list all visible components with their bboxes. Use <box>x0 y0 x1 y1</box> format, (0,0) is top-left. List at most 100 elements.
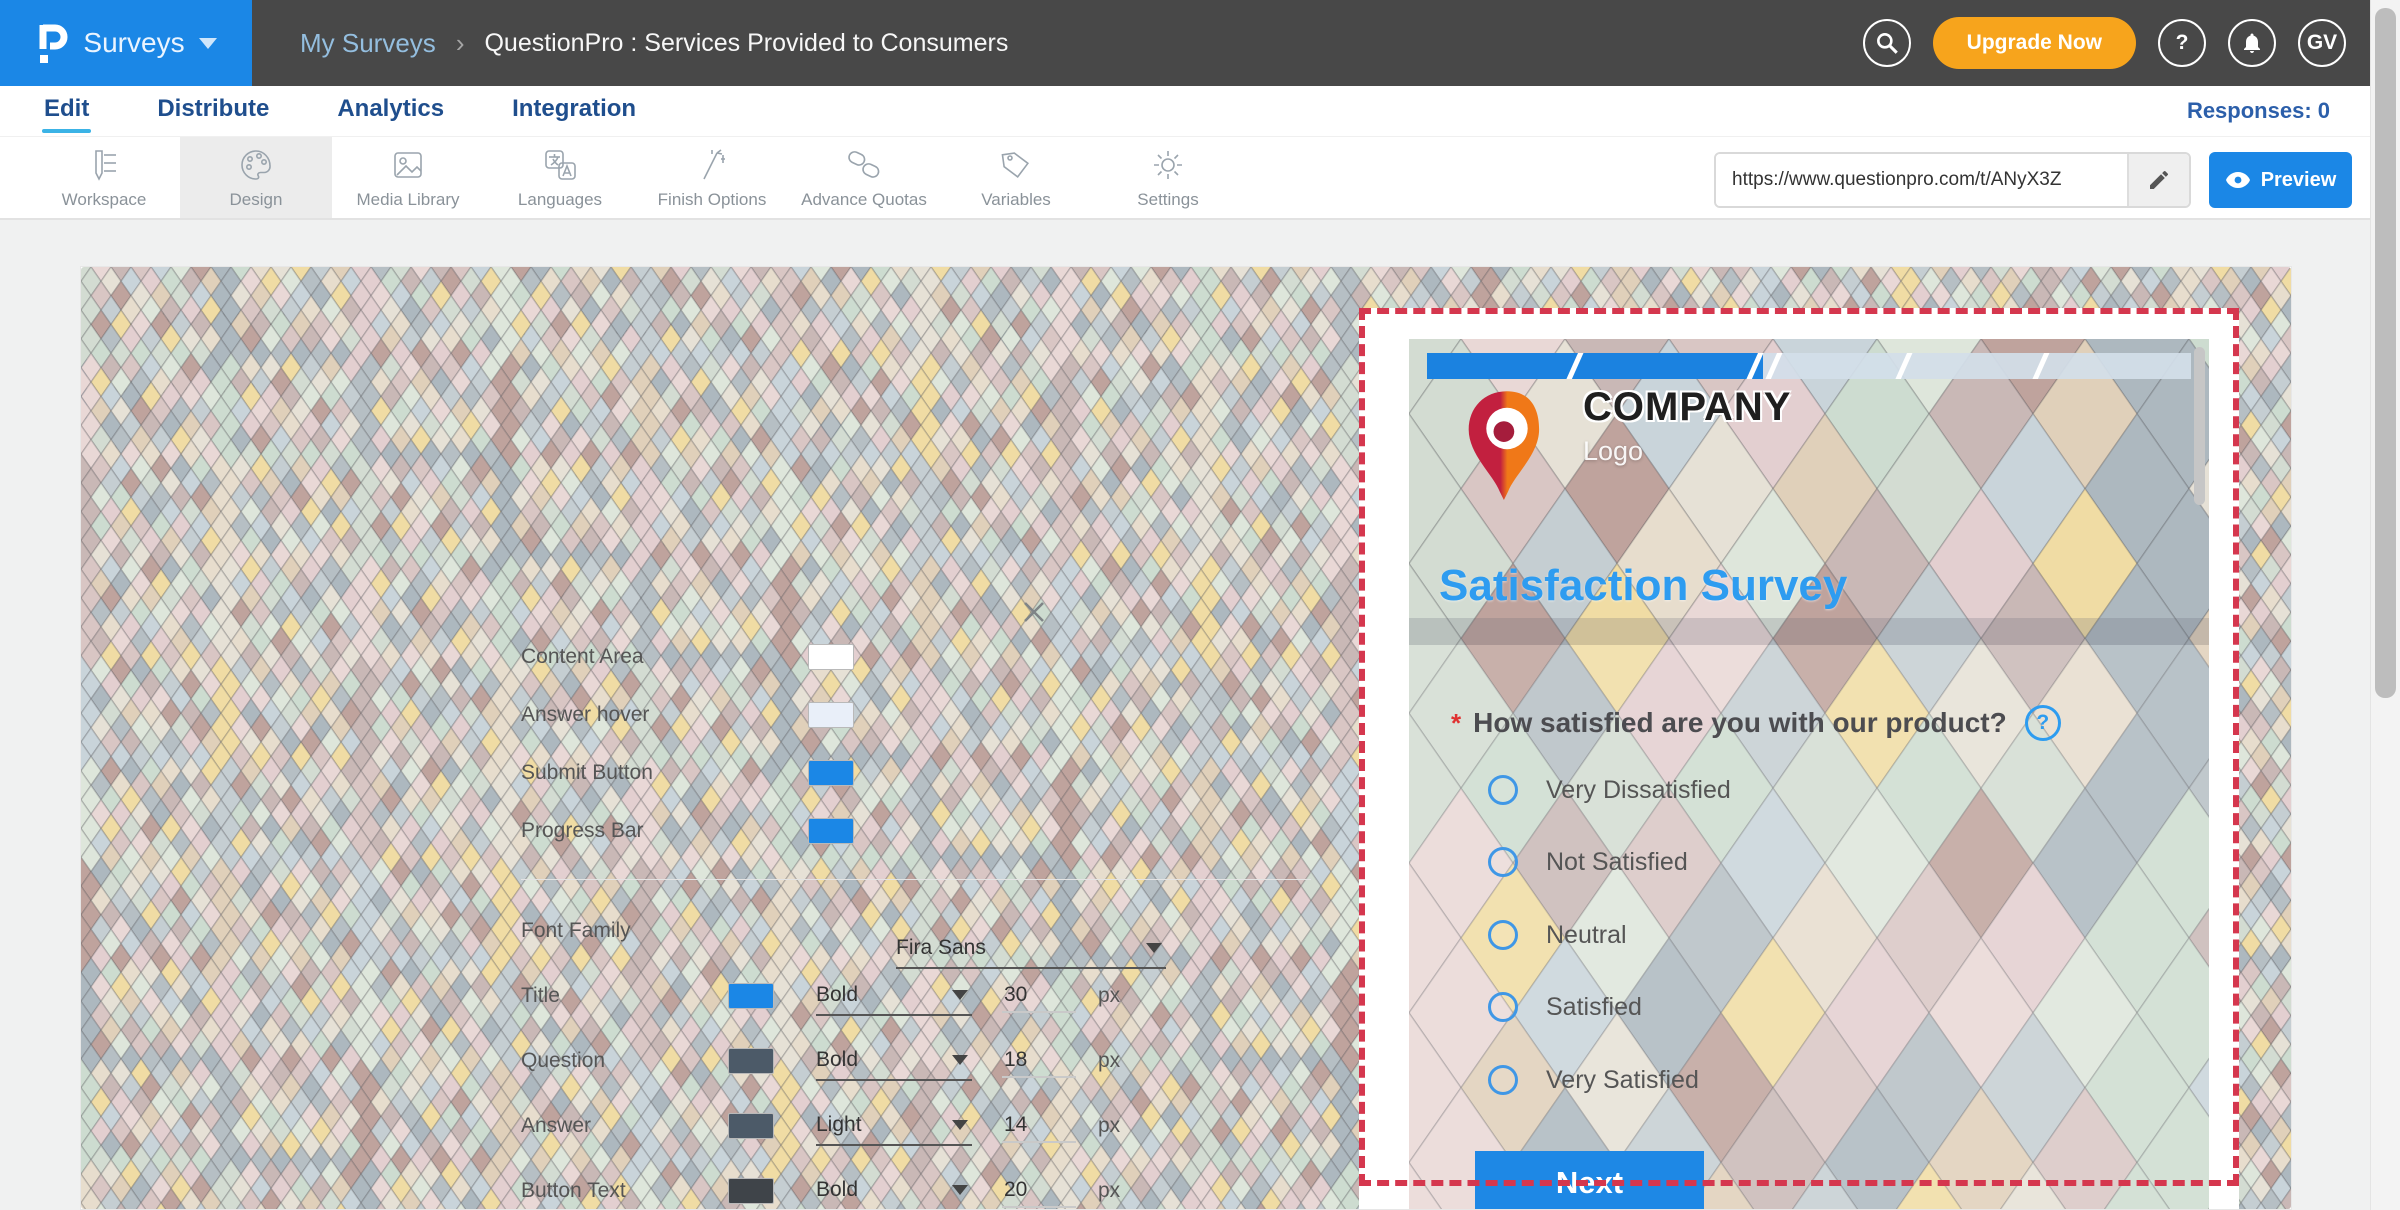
section-tabs: Edit Distribute Analytics Integration Re… <box>0 86 2400 136</box>
company-text-block: COMPANY Logo <box>1583 385 1791 467</box>
toolbar-item-design[interactable]: Design <box>180 137 332 218</box>
answer-label: Satisfied <box>1546 993 1642 1022</box>
toolbar-item-label: Settings <box>1137 190 1198 210</box>
color-swatch[interactable] <box>808 760 854 786</box>
user-avatar[interactable]: GV <box>2298 19 2346 67</box>
chevron-down-icon <box>199 38 217 49</box>
toolbar-item-advance-quotas[interactable]: Advance Quotas <box>788 137 940 218</box>
font-row-label: Question <box>521 1049 728 1073</box>
next-button[interactable]: Next <box>1475 1151 1704 1210</box>
survey-progress-bar <box>1427 353 2191 379</box>
survey-title: Satisfaction Survey <box>1439 561 1847 611</box>
font-row-button-text: Button Text Bold px <box>521 1176 1311 1206</box>
answer-option-very-satisfied[interactable]: Very Satisfied <box>1488 1065 1699 1095</box>
upgrade-now-button[interactable]: Upgrade Now <box>1933 17 2136 69</box>
answer-option-neutral[interactable]: Neutral <box>1488 920 1627 950</box>
chevron-down-icon <box>952 1120 968 1130</box>
settings-gear-icon <box>1148 145 1188 185</box>
font-size-input[interactable] <box>1002 1109 1076 1143</box>
finish-options-wand-icon <box>692 145 732 185</box>
notifications-button[interactable] <box>2228 19 2276 67</box>
font-color-swatch[interactable] <box>728 1048 774 1074</box>
edit-url-button[interactable] <box>2127 154 2189 206</box>
radio-button[interactable] <box>1488 992 1518 1022</box>
answer-label: Not Satisfied <box>1546 848 1688 877</box>
page-scrollbar-thumb[interactable] <box>2375 8 2396 698</box>
font-family-select[interactable]: Fira Sans <box>896 929 1166 969</box>
survey-url-input[interactable] <box>1716 154 2127 206</box>
search-icon <box>1874 30 1900 56</box>
font-row-label: Answer <box>521 1114 728 1138</box>
font-weight-value: Bold <box>816 1048 858 1072</box>
answer-label: Very Dissatisfied <box>1546 776 1731 805</box>
toolbar-item-label: Advance Quotas <box>801 190 927 210</box>
search-button[interactable] <box>1863 19 1911 67</box>
survey-scrollbar-thumb[interactable] <box>2194 347 2205 505</box>
toolbar-item-label: Media Library <box>357 190 460 210</box>
unit-label: px <box>1098 1114 1120 1138</box>
font-size-input[interactable] <box>1002 1044 1076 1078</box>
radio-button[interactable] <box>1488 775 1518 805</box>
toolbar-item-finish-options[interactable]: Finish Options <box>636 137 788 218</box>
preview-button-label: Preview <box>2261 169 2337 192</box>
workspace-icon <box>84 145 124 185</box>
font-color-swatch[interactable] <box>728 983 774 1009</box>
variables-tag-icon <box>996 145 1036 185</box>
answer-option-satisfied[interactable]: Satisfied <box>1488 992 1642 1022</box>
color-swatch[interactable] <box>808 702 854 728</box>
advance-quotas-link-icon <box>844 145 884 185</box>
font-size-input[interactable] <box>1002 1174 1076 1208</box>
radio-button[interactable] <box>1488 1065 1518 1095</box>
answer-option-not-satisfied[interactable]: Not Satisfied <box>1488 847 1688 877</box>
radio-button[interactable] <box>1488 847 1518 877</box>
preview-button[interactable]: Preview <box>2209 152 2352 208</box>
font-weight-value: Bold <box>816 983 858 1007</box>
answer-label: Very Satisfied <box>1546 1066 1699 1095</box>
question-help-icon[interactable]: ? <box>2025 705 2061 741</box>
media-library-icon <box>388 145 428 185</box>
radio-button[interactable] <box>1488 920 1518 950</box>
breadcrumb-survey-title: QuestionPro : Services Provided to Consu… <box>484 29 1008 58</box>
remove-background-button[interactable] <box>1019 597 1049 627</box>
font-row-label: Title <box>521 984 728 1008</box>
font-row-answer: Answer Light px <box>521 1111 1311 1141</box>
color-row-label: Content Area <box>521 645 808 669</box>
tab-edit[interactable]: Edit <box>42 91 91 131</box>
breadcrumb-my-surveys[interactable]: My Surveys <box>300 28 436 59</box>
toolbar-item-media-library[interactable]: Media Library <box>332 137 484 218</box>
unit-label: px <box>1098 984 1120 1008</box>
company-name: COMPANY <box>1583 385 1791 430</box>
toolbar-item-workspace[interactable]: Workspace <box>28 137 180 218</box>
color-swatch[interactable] <box>808 644 854 670</box>
questionpro-logo-icon <box>35 20 69 66</box>
toolbar-item-label: Variables <box>981 190 1051 210</box>
eye-icon <box>2225 171 2251 189</box>
tab-analytics[interactable]: Analytics <box>335 91 446 131</box>
font-row-title: Title Bold px <box>521 981 1311 1011</box>
page-scrollbar-track[interactable] <box>2370 0 2400 1210</box>
tab-integration[interactable]: Integration <box>510 91 638 131</box>
font-color-swatch[interactable] <box>728 1113 774 1139</box>
font-weight-select[interactable]: Bold <box>816 1171 972 1210</box>
toolbar-item-languages[interactable]: Languages <box>484 137 636 218</box>
font-weight-select[interactable]: Bold <box>816 976 972 1016</box>
font-weight-select[interactable]: Bold <box>816 1041 972 1081</box>
font-weight-select[interactable]: Light <box>816 1106 972 1146</box>
toolbar-item-variables[interactable]: Variables <box>940 137 1092 218</box>
toolbar-item-label: Languages <box>518 190 602 210</box>
font-size-input[interactable] <box>1002 979 1076 1013</box>
unit-label: px <box>1098 1179 1120 1203</box>
product-menu[interactable]: Surveys <box>0 0 252 86</box>
bell-icon <box>2240 31 2264 55</box>
responses-count[interactable]: Responses: 0 <box>2187 98 2330 124</box>
answer-option-very-dissatisfied[interactable]: Very Dissatisfied <box>1488 775 1731 805</box>
tab-distribute[interactable]: Distribute <box>155 91 271 131</box>
color-row-content-area: Content Area <box>521 642 854 672</box>
font-color-swatch[interactable] <box>728 1178 774 1204</box>
font-weight-value: Bold <box>816 1178 858 1202</box>
toolbar-item-settings[interactable]: Settings <box>1092 137 1244 218</box>
color-swatch[interactable] <box>808 818 854 844</box>
design-toolbar: Workspace Design Media Library Languages <box>0 136 2400 220</box>
title-separator-band <box>1409 618 2209 645</box>
help-button[interactable]: ? <box>2158 19 2206 67</box>
